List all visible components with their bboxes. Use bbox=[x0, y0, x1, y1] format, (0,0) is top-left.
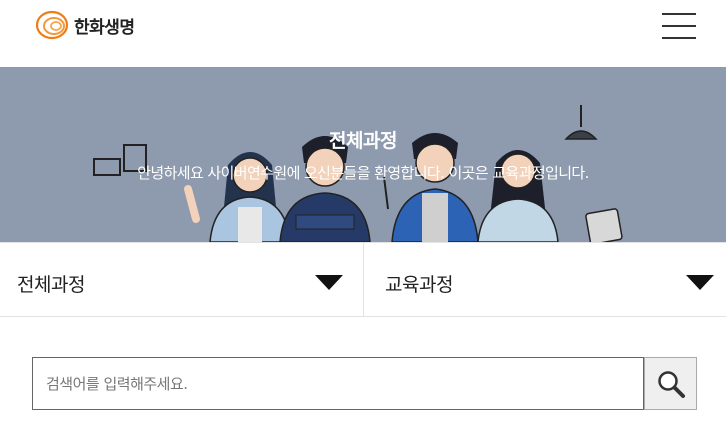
page-title: 전체과정 bbox=[329, 130, 397, 152]
search-icon bbox=[657, 370, 685, 398]
hamburger-menu-icon[interactable] bbox=[662, 13, 696, 39]
hanwha-logo-icon bbox=[35, 10, 69, 40]
caret-down-icon bbox=[315, 275, 343, 290]
category-dropdown[interactable]: 전체과정 bbox=[0, 243, 364, 317]
search-button[interactable] bbox=[644, 357, 697, 410]
caret-down-icon bbox=[686, 275, 714, 290]
page-subtitle: 안녕하세요 사이버연수원에 오신분들을 환영합니다. 이곳은 교육과정입니다. bbox=[137, 164, 589, 182]
search-input[interactable] bbox=[32, 357, 644, 410]
type-dropdown[interactable]: 교육과정 bbox=[364, 243, 726, 317]
filter-bar: 전체과정 교육과정 bbox=[0, 242, 726, 317]
site-header: 한화생명 bbox=[0, 0, 726, 67]
hero-banner: 전체과정 안녕하세요 사이버연수원에 오신분들을 환영합니다. 이곳은 교육과정… bbox=[0, 67, 726, 242]
logo-text: 한화생명 bbox=[74, 17, 135, 38]
category-dropdown-label: 전체과정 bbox=[17, 274, 85, 296]
logo[interactable]: 한화생명 bbox=[34, 8, 135, 42]
people-illustration bbox=[93, 105, 623, 242]
type-dropdown-label: 교육과정 bbox=[385, 274, 453, 296]
